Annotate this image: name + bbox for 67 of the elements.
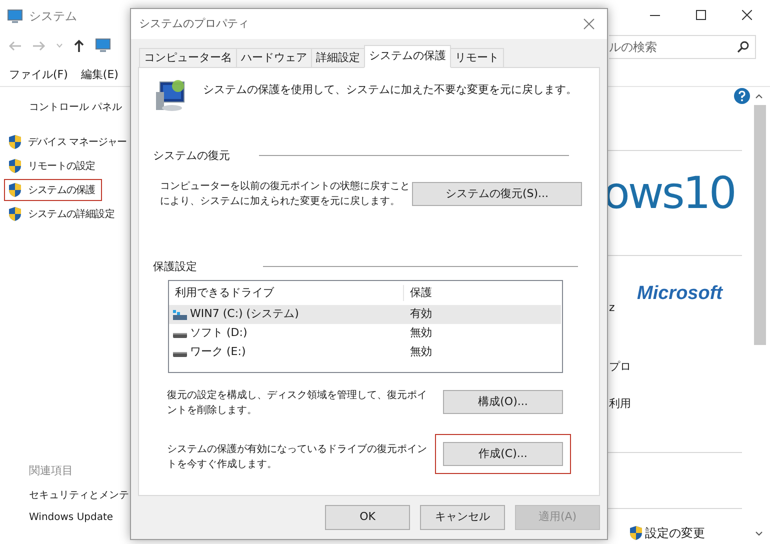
close-icon [742, 10, 752, 20]
dialog-title: システムのプロパティ [139, 16, 249, 32]
forward-arrow-icon [32, 40, 46, 52]
back-arrow-icon [8, 40, 22, 52]
configure-button[interactable]: 構成(O)... [443, 390, 563, 414]
monitor-icon [95, 38, 111, 53]
tab[interactable]: リモート [450, 48, 504, 68]
tab[interactable]: システムの保護 [364, 45, 451, 68]
protection-status: 無効 [409, 344, 432, 360]
list-row[interactable]: ワーク (E:) 無効 [169, 343, 561, 362]
section-heading: システムの復元 [153, 148, 230, 164]
tab[interactable]: コンピューター名 [139, 48, 237, 68]
maximize-icon [696, 10, 706, 20]
protection-status: 無効 [409, 325, 432, 342]
brand-logo: Microsoft [637, 282, 722, 306]
monitor-icon [7, 8, 23, 24]
description-text: 復元の設定を構成し、ディスク領域を管理して、復元ポイントを削除します。 [167, 388, 428, 418]
shield-icon [7, 182, 23, 198]
shield-icon [628, 525, 644, 541]
scrollbar-thumb[interactable] [754, 105, 766, 345]
column-header[interactable]: 利用できるドライブ [169, 284, 404, 302]
dropdown-caret-icon [56, 43, 63, 48]
info-text: z [609, 300, 615, 316]
scroll-up-icon [755, 94, 763, 99]
shield-icon [7, 206, 23, 222]
system-drive-icon [173, 310, 187, 320]
sidebar-item[interactable]: デバイス マネージャー [5, 132, 127, 152]
list-row[interactable]: ソフト (D:) 無効 [169, 324, 561, 343]
column-header[interactable]: 保護 [404, 284, 432, 302]
settings-link[interactable]: 設定の変更 [645, 524, 705, 542]
shield-icon [7, 134, 23, 150]
dialog-button: 適用(A) [515, 505, 600, 530]
dialog-button[interactable]: OK [325, 505, 410, 530]
section-heading: 関連項目 [29, 463, 73, 479]
drive-name: ソフト (D:) [190, 325, 248, 342]
protection-status: 有効 [409, 306, 432, 322]
info-text: 利用 [609, 396, 631, 412]
minimize-icon [650, 14, 660, 16]
description-text: システムの保護を使用して、システムに加えた不要な変更を元に戻します。 [203, 82, 577, 98]
search-field[interactable]: ルの検索 [609, 35, 756, 59]
sidebar-link[interactable]: コントロール パネル [29, 100, 122, 115]
menu-item[interactable]: 編集(E) [80, 67, 118, 84]
menu-item[interactable]: ファイル(F) [9, 67, 68, 84]
create-button[interactable]: 作成(C)... [443, 442, 563, 466]
drive-name: ワーク (E:) [190, 344, 246, 360]
close-icon [583, 18, 595, 30]
logo-text: ows10 [603, 168, 735, 220]
scroll-down-icon [755, 531, 763, 536]
sidebar-item[interactable]: リモートの設定 [5, 156, 96, 176]
sidebar-item[interactable]: システムの保護 [5, 180, 102, 200]
window-title: システム [29, 8, 77, 25]
info-text: プロ [609, 359, 631, 375]
restore-button[interactable]: システムの復元(S)... [412, 182, 582, 206]
sidebar-link[interactable]: Windows Update [29, 510, 114, 525]
help-icon [734, 88, 750, 104]
list-row[interactable]: WIN7 (C:) (システム) 有効 [169, 305, 561, 324]
shield-icon [7, 158, 23, 174]
drive-name: WIN7 (C:) (システム) [190, 306, 299, 322]
sidebar-link[interactable]: セキュリティとメンテ [29, 488, 129, 503]
search-icon [737, 41, 749, 53]
sidebar-item[interactable]: システムの詳細設定 [5, 204, 114, 224]
up-arrow-icon [73, 38, 85, 52]
restore-computer-icon [154, 78, 186, 114]
description-text: コンピューターを以前の復元ポイントの状態に戻すことにより、システムに加えられた変更を元に戻します。 [160, 180, 411, 209]
description-text: システムの保護が有効になっているドライブの復元ポイントを今すぐ作成します。 [167, 442, 428, 472]
dialog-button[interactable]: キャンセル [420, 505, 505, 530]
section-heading: 保護設定 [153, 259, 197, 275]
